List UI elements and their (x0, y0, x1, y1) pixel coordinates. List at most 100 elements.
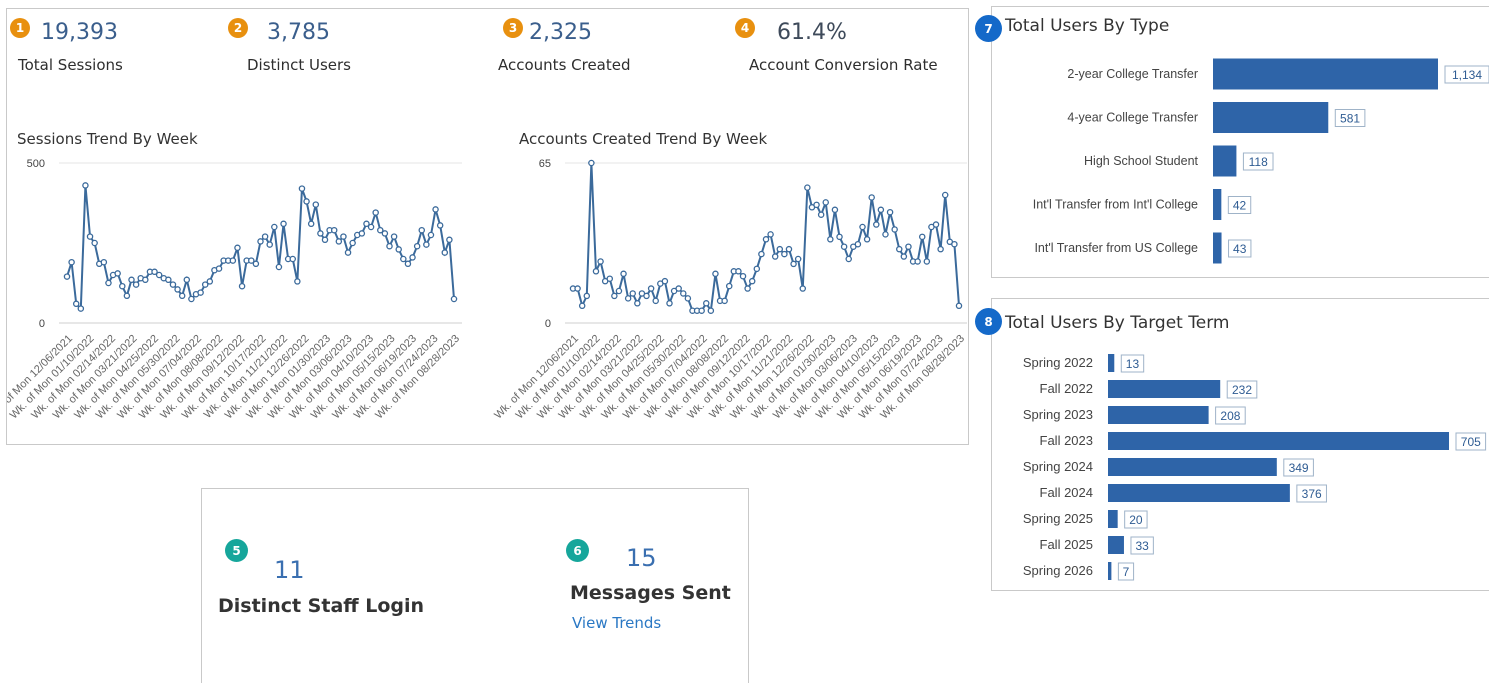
accounts-point[interactable] (900, 253, 908, 260)
accounts-point[interactable] (643, 292, 650, 300)
sessions-point[interactable] (381, 230, 389, 237)
accounts-point[interactable] (918, 233, 926, 241)
sessions-point[interactable] (372, 209, 379, 216)
sessions-point[interactable] (257, 238, 264, 245)
sessions-point[interactable] (386, 242, 393, 250)
sessions-point[interactable] (183, 276, 191, 284)
sessions-point[interactable] (367, 223, 375, 231)
accounts-point[interactable] (661, 277, 669, 285)
sessions-point[interactable] (178, 292, 186, 300)
accounts-point[interactable] (941, 191, 949, 199)
accounts-point[interactable] (896, 245, 903, 253)
accounts-point[interactable] (891, 226, 898, 233)
accounts-point[interactable] (836, 233, 843, 241)
accounts-point[interactable] (606, 275, 614, 282)
accounts-point[interactable] (739, 272, 747, 280)
sessions-point[interactable] (91, 239, 98, 247)
sessions-point[interactable] (174, 286, 181, 293)
accounts-point[interactable] (794, 255, 802, 263)
sessions-point[interactable] (395, 246, 402, 253)
sessions-point[interactable] (413, 242, 421, 250)
sessions-point[interactable] (404, 260, 412, 268)
sessions-point[interactable] (266, 241, 273, 248)
sessions-point[interactable] (169, 281, 177, 288)
type-bar[interactable] (1213, 145, 1237, 177)
sessions-point[interactable] (72, 300, 80, 308)
accounts-point[interactable] (707, 307, 715, 314)
term-bar[interactable] (1108, 536, 1124, 554)
accounts-point[interactable] (914, 258, 921, 265)
accounts-point[interactable] (951, 240, 958, 248)
sessions-point[interactable] (450, 295, 458, 303)
sessions-point[interactable] (77, 305, 85, 312)
accounts-point[interactable] (652, 297, 659, 305)
accounts-point[interactable] (840, 243, 848, 250)
term-bar[interactable] (1108, 406, 1209, 424)
type-bar[interactable] (1213, 232, 1222, 264)
sessions-point[interactable] (307, 220, 315, 228)
sessions-point[interactable] (441, 249, 449, 256)
sessions-point[interactable] (390, 233, 398, 240)
sessions-point[interactable] (275, 263, 283, 271)
term-bar[interactable] (1108, 380, 1221, 398)
sessions-point[interactable] (63, 273, 71, 280)
sessions-point[interactable] (197, 289, 204, 296)
sessions-point[interactable] (289, 255, 296, 263)
accounts-point[interactable] (822, 199, 829, 206)
sessions-point[interactable] (427, 231, 435, 239)
accounts-point[interactable] (735, 268, 742, 275)
accounts-point[interactable] (831, 206, 839, 214)
accounts-point[interactable] (725, 282, 733, 290)
accounts-point[interactable] (817, 211, 825, 218)
sessions-point[interactable] (261, 233, 269, 240)
sessions-point[interactable] (298, 185, 306, 192)
sessions-point[interactable] (303, 198, 310, 205)
accounts-point[interactable] (675, 285, 682, 292)
sessions-point[interactable] (119, 282, 126, 290)
sessions-point[interactable] (188, 295, 195, 303)
accounts-point[interactable] (863, 236, 871, 243)
sessions-point[interactable] (335, 238, 343, 245)
term-bar[interactable] (1108, 354, 1115, 372)
sessions-point[interactable] (114, 270, 121, 277)
accounts-point[interactable] (588, 159, 595, 167)
accounts-point[interactable] (721, 297, 728, 305)
accounts-point[interactable] (937, 245, 944, 253)
term-bar[interactable] (1108, 432, 1449, 450)
accounts-point[interactable] (698, 307, 705, 314)
sessions-point[interactable] (294, 278, 301, 285)
accounts-point[interactable] (799, 285, 807, 292)
sessions-point[interactable] (142, 276, 149, 284)
sessions-point[interactable] (432, 206, 439, 213)
accounts-point[interactable] (767, 231, 774, 238)
accounts-point[interactable] (574, 285, 581, 292)
sessions-point[interactable] (238, 282, 246, 290)
accounts-point[interactable] (845, 255, 852, 263)
accounts-point[interactable] (592, 268, 600, 275)
accounts-point[interactable] (762, 236, 770, 243)
term-bar[interactable] (1108, 458, 1277, 476)
sessions-point[interactable] (349, 239, 356, 247)
sessions-point[interactable] (358, 230, 366, 237)
accounts-point[interactable] (932, 221, 940, 228)
accounts-point[interactable] (873, 221, 880, 228)
accounts-point[interactable] (578, 302, 586, 310)
view-trends-link[interactable]: View Trends (572, 614, 661, 632)
accounts-point[interactable] (813, 201, 820, 209)
sessions-point[interactable] (68, 258, 75, 266)
sessions-point[interactable] (215, 265, 223, 272)
accounts-point[interactable] (804, 184, 811, 191)
sessions-point[interactable] (446, 236, 453, 244)
sessions-point[interactable] (271, 223, 278, 231)
sessions-point[interactable] (105, 279, 112, 287)
sessions-point[interactable] (330, 226, 338, 234)
accounts-point[interactable] (666, 300, 673, 307)
sessions-point[interactable] (280, 220, 287, 228)
accounts-point[interactable] (923, 258, 931, 265)
sessions-point[interactable] (344, 249, 352, 256)
accounts-point[interactable] (620, 270, 627, 278)
accounts-point[interactable] (776, 245, 784, 253)
sessions-point[interactable] (86, 233, 94, 240)
sessions-point[interactable] (128, 276, 135, 284)
sessions-point[interactable] (312, 201, 320, 208)
